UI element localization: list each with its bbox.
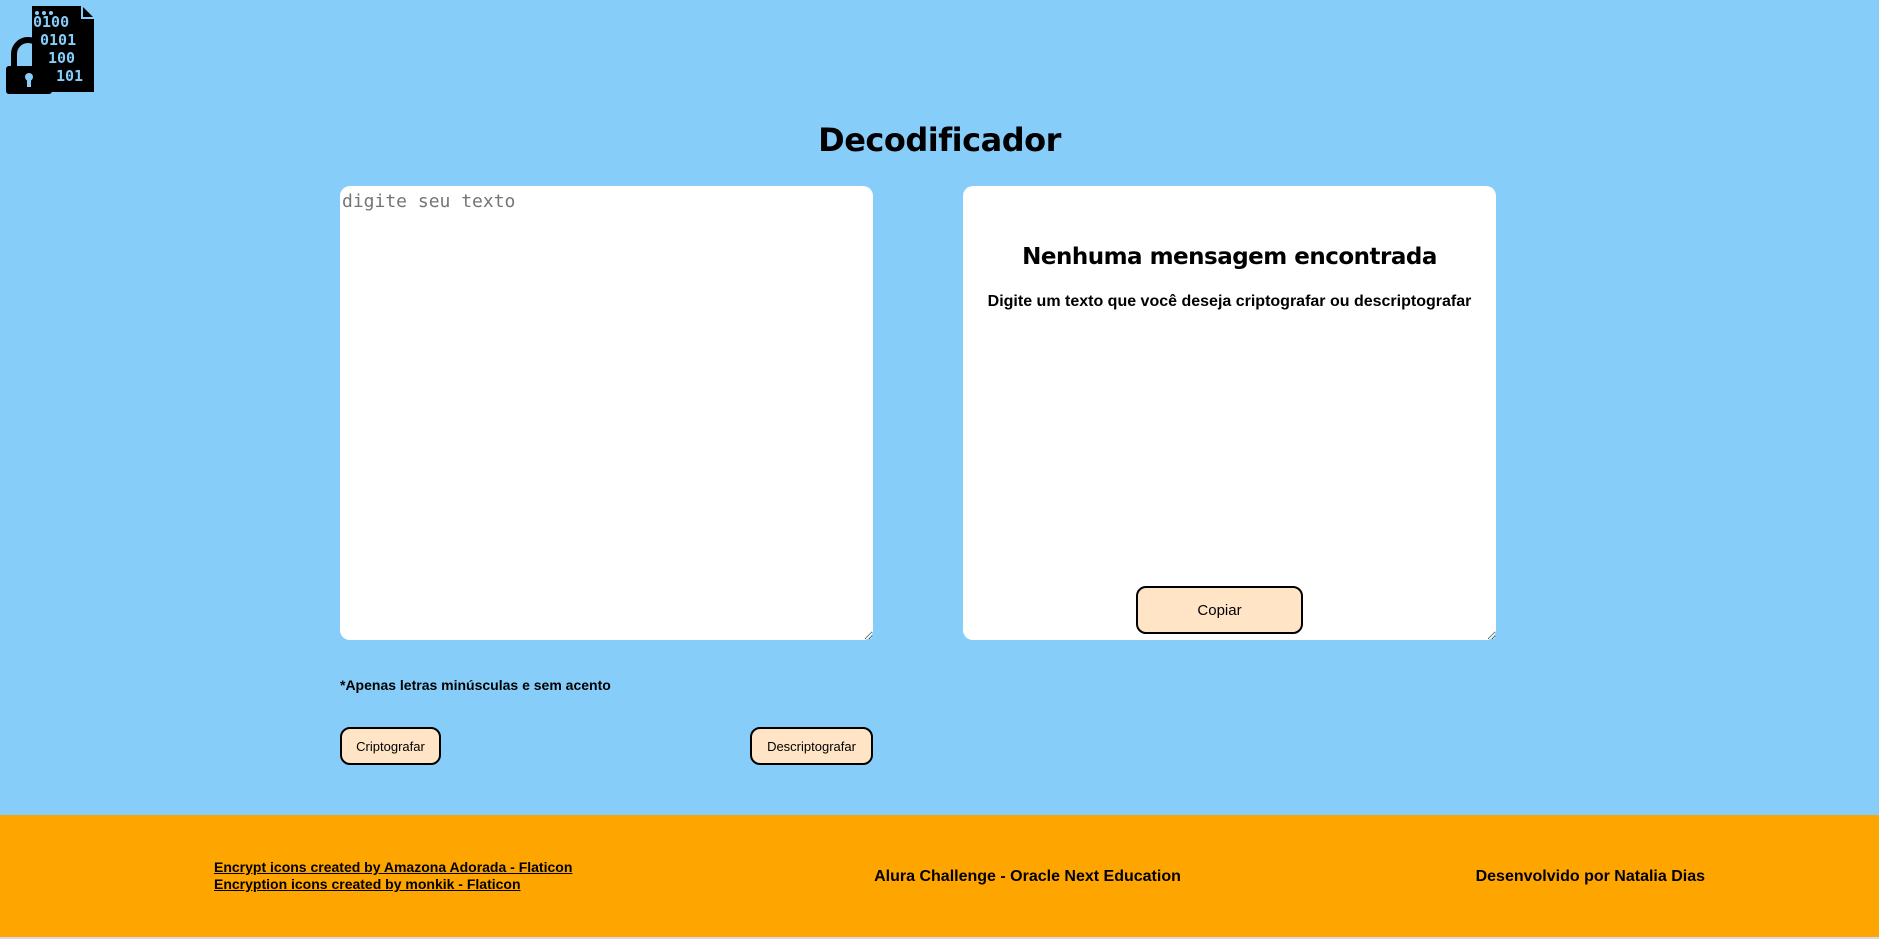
encryption-logo-icon: 0100 0101 100 101 xyxy=(4,4,96,96)
svg-text:101: 101 xyxy=(56,67,83,85)
credit-link-encrypt-icons[interactable]: Encrypt icons created by Amazona Adorada… xyxy=(214,859,572,876)
output-title: Nenhuma mensagem encontrada xyxy=(1022,244,1437,270)
input-hint: *Apenas letras minúsculas e sem acento xyxy=(340,677,611,693)
page-title: Decodificador xyxy=(818,121,1061,159)
svg-text:0101: 0101 xyxy=(40,31,76,49)
encrypt-button[interactable]: Criptografar xyxy=(340,727,441,765)
copy-button[interactable]: Copiar xyxy=(1136,586,1303,634)
output-subtitle: Digite um texto que você deseja criptogr… xyxy=(987,293,1472,310)
decrypt-button[interactable]: Descriptografar xyxy=(750,727,873,765)
footer-credits: Encrypt icons created by Amazona Adorada… xyxy=(214,859,572,893)
svg-text:0100: 0100 xyxy=(33,13,69,31)
text-input[interactable] xyxy=(340,186,873,640)
footer-author-text: Desenvolvido por Natalia Dias xyxy=(1475,868,1705,885)
svg-text:100: 100 xyxy=(48,49,75,67)
credit-link-encryption-icons[interactable]: Encryption icons created by monkik - Fla… xyxy=(214,876,572,893)
footer: Encrypt icons created by Amazona Adorada… xyxy=(0,815,1879,937)
output-panel: Nenhuma mensagem encontrada Digite um te… xyxy=(963,186,1496,640)
